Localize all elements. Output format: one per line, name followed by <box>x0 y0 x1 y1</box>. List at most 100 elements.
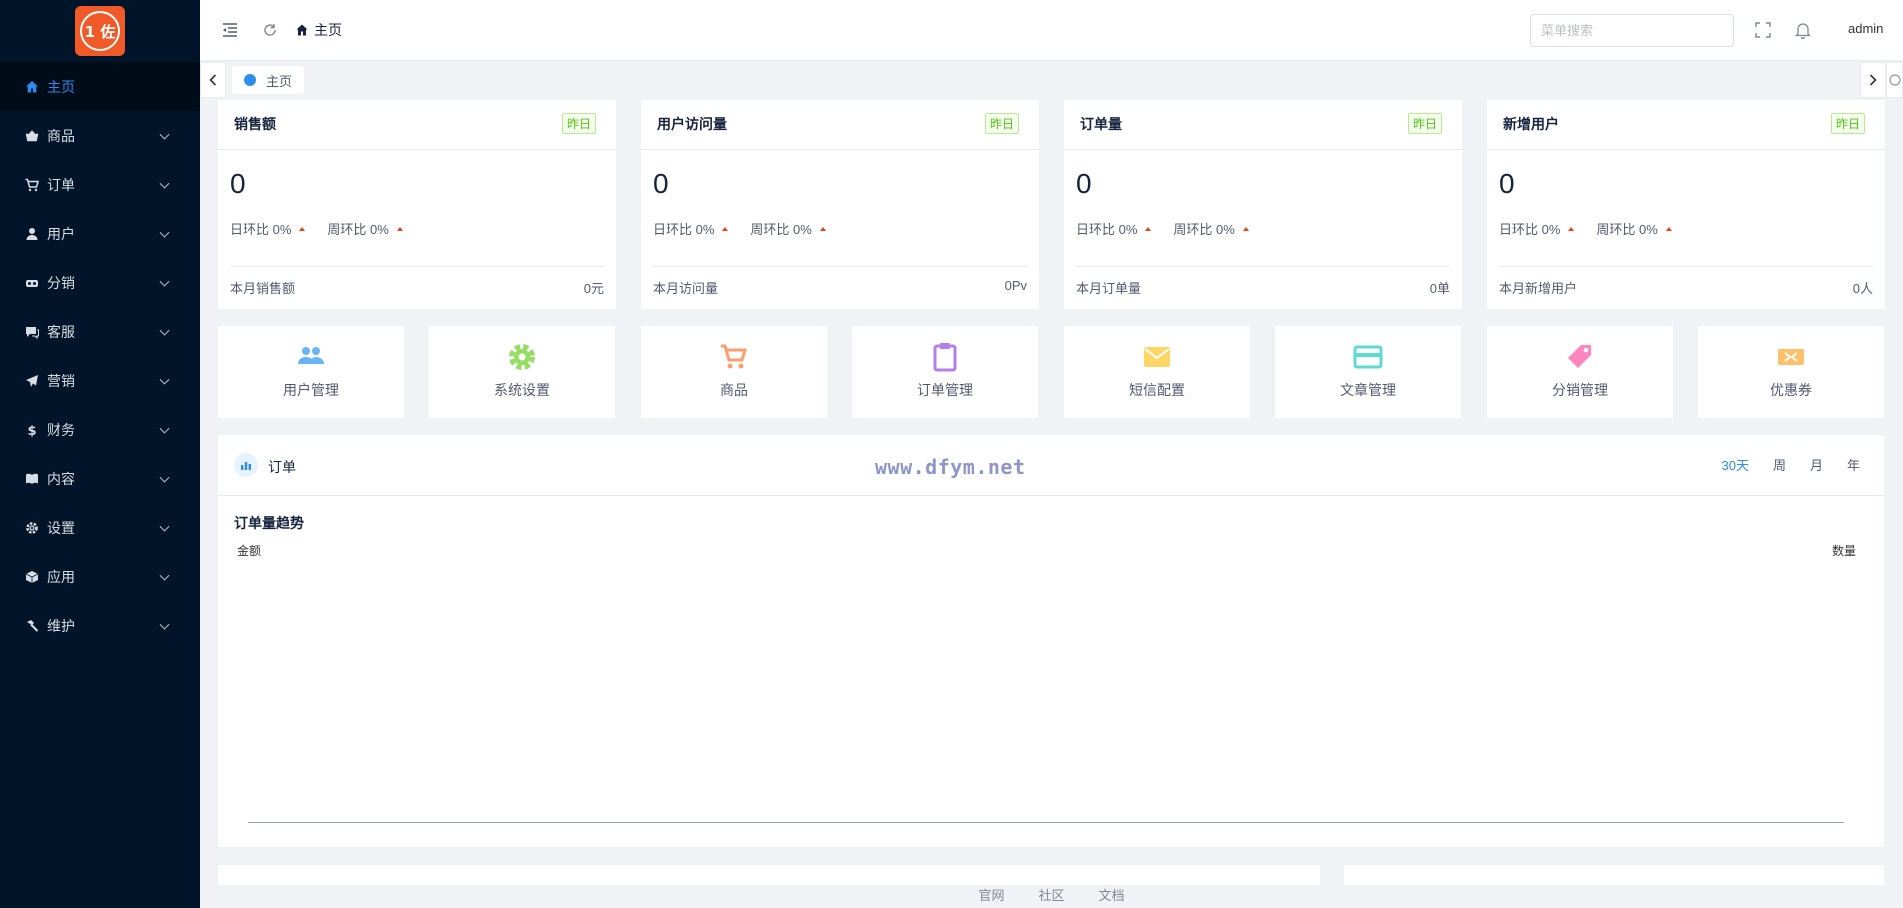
period-switcher: 30天 周 月 年 <box>1697 455 1860 474</box>
sidebar-item-10[interactable]: 应用 <box>0 552 200 601</box>
chart-left-axis-label: 金额 <box>237 544 262 558</box>
refresh-button[interactable] <box>260 20 280 40</box>
day-over-day: 日环比 0% <box>1076 222 1138 237</box>
tab-home[interactable]: 主页 <box>232 66 305 94</box>
chevron-down-icon <box>159 423 170 434</box>
stat-footer-label: 本月销售额 <box>230 281 296 296</box>
cube-icon <box>25 570 39 584</box>
card-icon <box>1353 342 1383 372</box>
quick-nav-label: 订单管理 <box>917 382 973 398</box>
stat-title: 销售额 <box>234 116 276 132</box>
footer-link[interactable]: 文档 <box>1099 885 1125 904</box>
sidebar-item-label: 用户 <box>47 225 75 242</box>
tabs-scroll-left-button[interactable] <box>200 62 226 98</box>
mail-icon <box>1142 342 1172 372</box>
period-tag: 昨日 <box>561 113 596 134</box>
logo-area: 1 佐 <box>0 0 200 62</box>
period-option[interactable]: 30天 <box>1721 455 1748 474</box>
fullscreen-button[interactable] <box>1753 20 1773 40</box>
sidebar-item-1[interactable]: 商品 <box>0 111 200 160</box>
period-tag: 昨日 <box>1830 113 1865 134</box>
period-option[interactable]: 年 <box>1847 455 1860 474</box>
tag-icon <box>1565 342 1595 372</box>
quick-nav-6[interactable]: 分销管理 <box>1487 326 1673 418</box>
quick-nav-label: 优惠券 <box>1770 382 1812 398</box>
breadcrumb-label[interactable]: 主页 <box>314 20 342 40</box>
sidebar-item-8[interactable]: 内容 <box>0 454 200 503</box>
home-icon <box>296 24 308 36</box>
user-menu[interactable]: admin <box>1848 21 1883 36</box>
quick-nav-4[interactable]: 短信配置 <box>1064 326 1250 418</box>
quick-nav-5[interactable]: 文章管理 <box>1275 326 1461 418</box>
sidebar-item-3[interactable]: 用户 <box>0 209 200 258</box>
quick-nav-0[interactable]: 用户管理 <box>218 326 404 418</box>
quick-nav-label: 商品 <box>720 382 748 398</box>
period-option[interactable]: 月 <box>1810 455 1823 474</box>
divider <box>1487 149 1885 150</box>
stat-footer-value: 0人 <box>1852 281 1873 296</box>
home-icon <box>25 80 39 94</box>
sidebar-item-4[interactable]: 分销 <box>0 258 200 307</box>
week-over-week: 周环比 0% <box>1596 222 1658 237</box>
sidebar-item-label: 维护 <box>47 617 75 634</box>
menu-search-input[interactable] <box>1530 14 1734 47</box>
quick-nav-1[interactable]: 系统设置 <box>429 326 615 418</box>
chart-x-axis <box>248 822 1844 823</box>
menu-collapse-button[interactable] <box>220 20 240 40</box>
stat-footer-label: 本月访问量 <box>653 281 719 296</box>
gear-icon <box>507 342 537 372</box>
stat-value: 0 <box>1076 168 1092 199</box>
sidebar-item-label: 设置 <box>47 519 75 536</box>
footer-link[interactable]: 官网 <box>978 885 1004 904</box>
stat-title: 新增用户 <box>1503 116 1559 132</box>
fullscreen-icon <box>1755 22 1771 38</box>
quick-nav-2[interactable]: 商品 <box>641 326 827 418</box>
chevron-down-icon <box>159 619 170 630</box>
sidebar-item-6[interactable]: 营销 <box>0 356 200 405</box>
period-tag: 昨日 <box>984 113 1019 134</box>
chevron-down-icon <box>159 374 170 385</box>
sidebar-item-2[interactable]: 订单 <box>0 160 200 209</box>
quick-nav-3[interactable]: 订单管理 <box>852 326 1038 418</box>
day-over-day: 日环比 0% <box>230 222 292 237</box>
sidebar-item-label: 营销 <box>47 372 75 389</box>
cart-icon <box>25 178 39 192</box>
stat-footer-label: 本月新增用户 <box>1499 281 1578 296</box>
chevron-right-icon <box>1869 74 1877 86</box>
chat-icon <box>25 325 39 339</box>
sidebar-item-label: 订单 <box>47 176 75 193</box>
chevron-down-icon <box>159 570 170 581</box>
quick-nav-label: 用户管理 <box>283 382 339 398</box>
sidebar-item-0[interactable]: 主页 <box>0 62 200 111</box>
stat-footer: 本月新增用户 0人 <box>1499 278 1873 297</box>
tabs-scroll-right-button[interactable] <box>1860 62 1886 98</box>
sidebar-item-9[interactable]: 设置 <box>0 503 200 552</box>
quick-nav-7[interactable]: 优惠券 <box>1698 326 1884 418</box>
order-panel: 订单 www.dfym.net 30天 周 月 年 订单量趋势 金额 数量 <box>218 435 1884 847</box>
sidebar-item-5[interactable]: 客服 <box>0 307 200 356</box>
stat-comparison: 日环比 0% 周环比 0% <box>230 219 425 238</box>
logo[interactable]: 1 佐 <box>75 6 125 56</box>
period-tag: 昨日 <box>1407 113 1442 134</box>
divider <box>1499 266 1873 267</box>
day-over-day: 日环比 0% <box>1499 222 1561 237</box>
tabs-more-button[interactable] <box>1886 62 1903 98</box>
period-option[interactable]: 周 <box>1773 455 1786 474</box>
chevron-down-icon <box>159 521 170 532</box>
stat-card: 订单量 昨日 0 日环比 0% 周环比 0% 本月订单量 0单 <box>1064 100 1462 309</box>
sidebar-item-11[interactable]: 维护 <box>0 601 200 650</box>
footer-link[interactable]: 社区 <box>1038 885 1064 904</box>
stat-footer-value: 0单 <box>1429 281 1450 296</box>
trend-up-icon <box>722 226 729 231</box>
sidebar-item-7[interactable]: $ 财务 <box>0 405 200 454</box>
coupon-icon <box>1776 342 1806 372</box>
notification-button[interactable] <box>1793 20 1813 40</box>
week-over-week: 周环比 0% <box>750 222 812 237</box>
stat-footer-label: 本月订单量 <box>1076 281 1142 296</box>
divider <box>230 266 604 267</box>
stat-footer-value: 0元 <box>583 281 604 296</box>
divider <box>1076 266 1450 267</box>
chevron-down-icon <box>159 472 170 483</box>
chevron-down-icon <box>159 325 170 336</box>
week-over-week: 周环比 0% <box>1173 222 1235 237</box>
